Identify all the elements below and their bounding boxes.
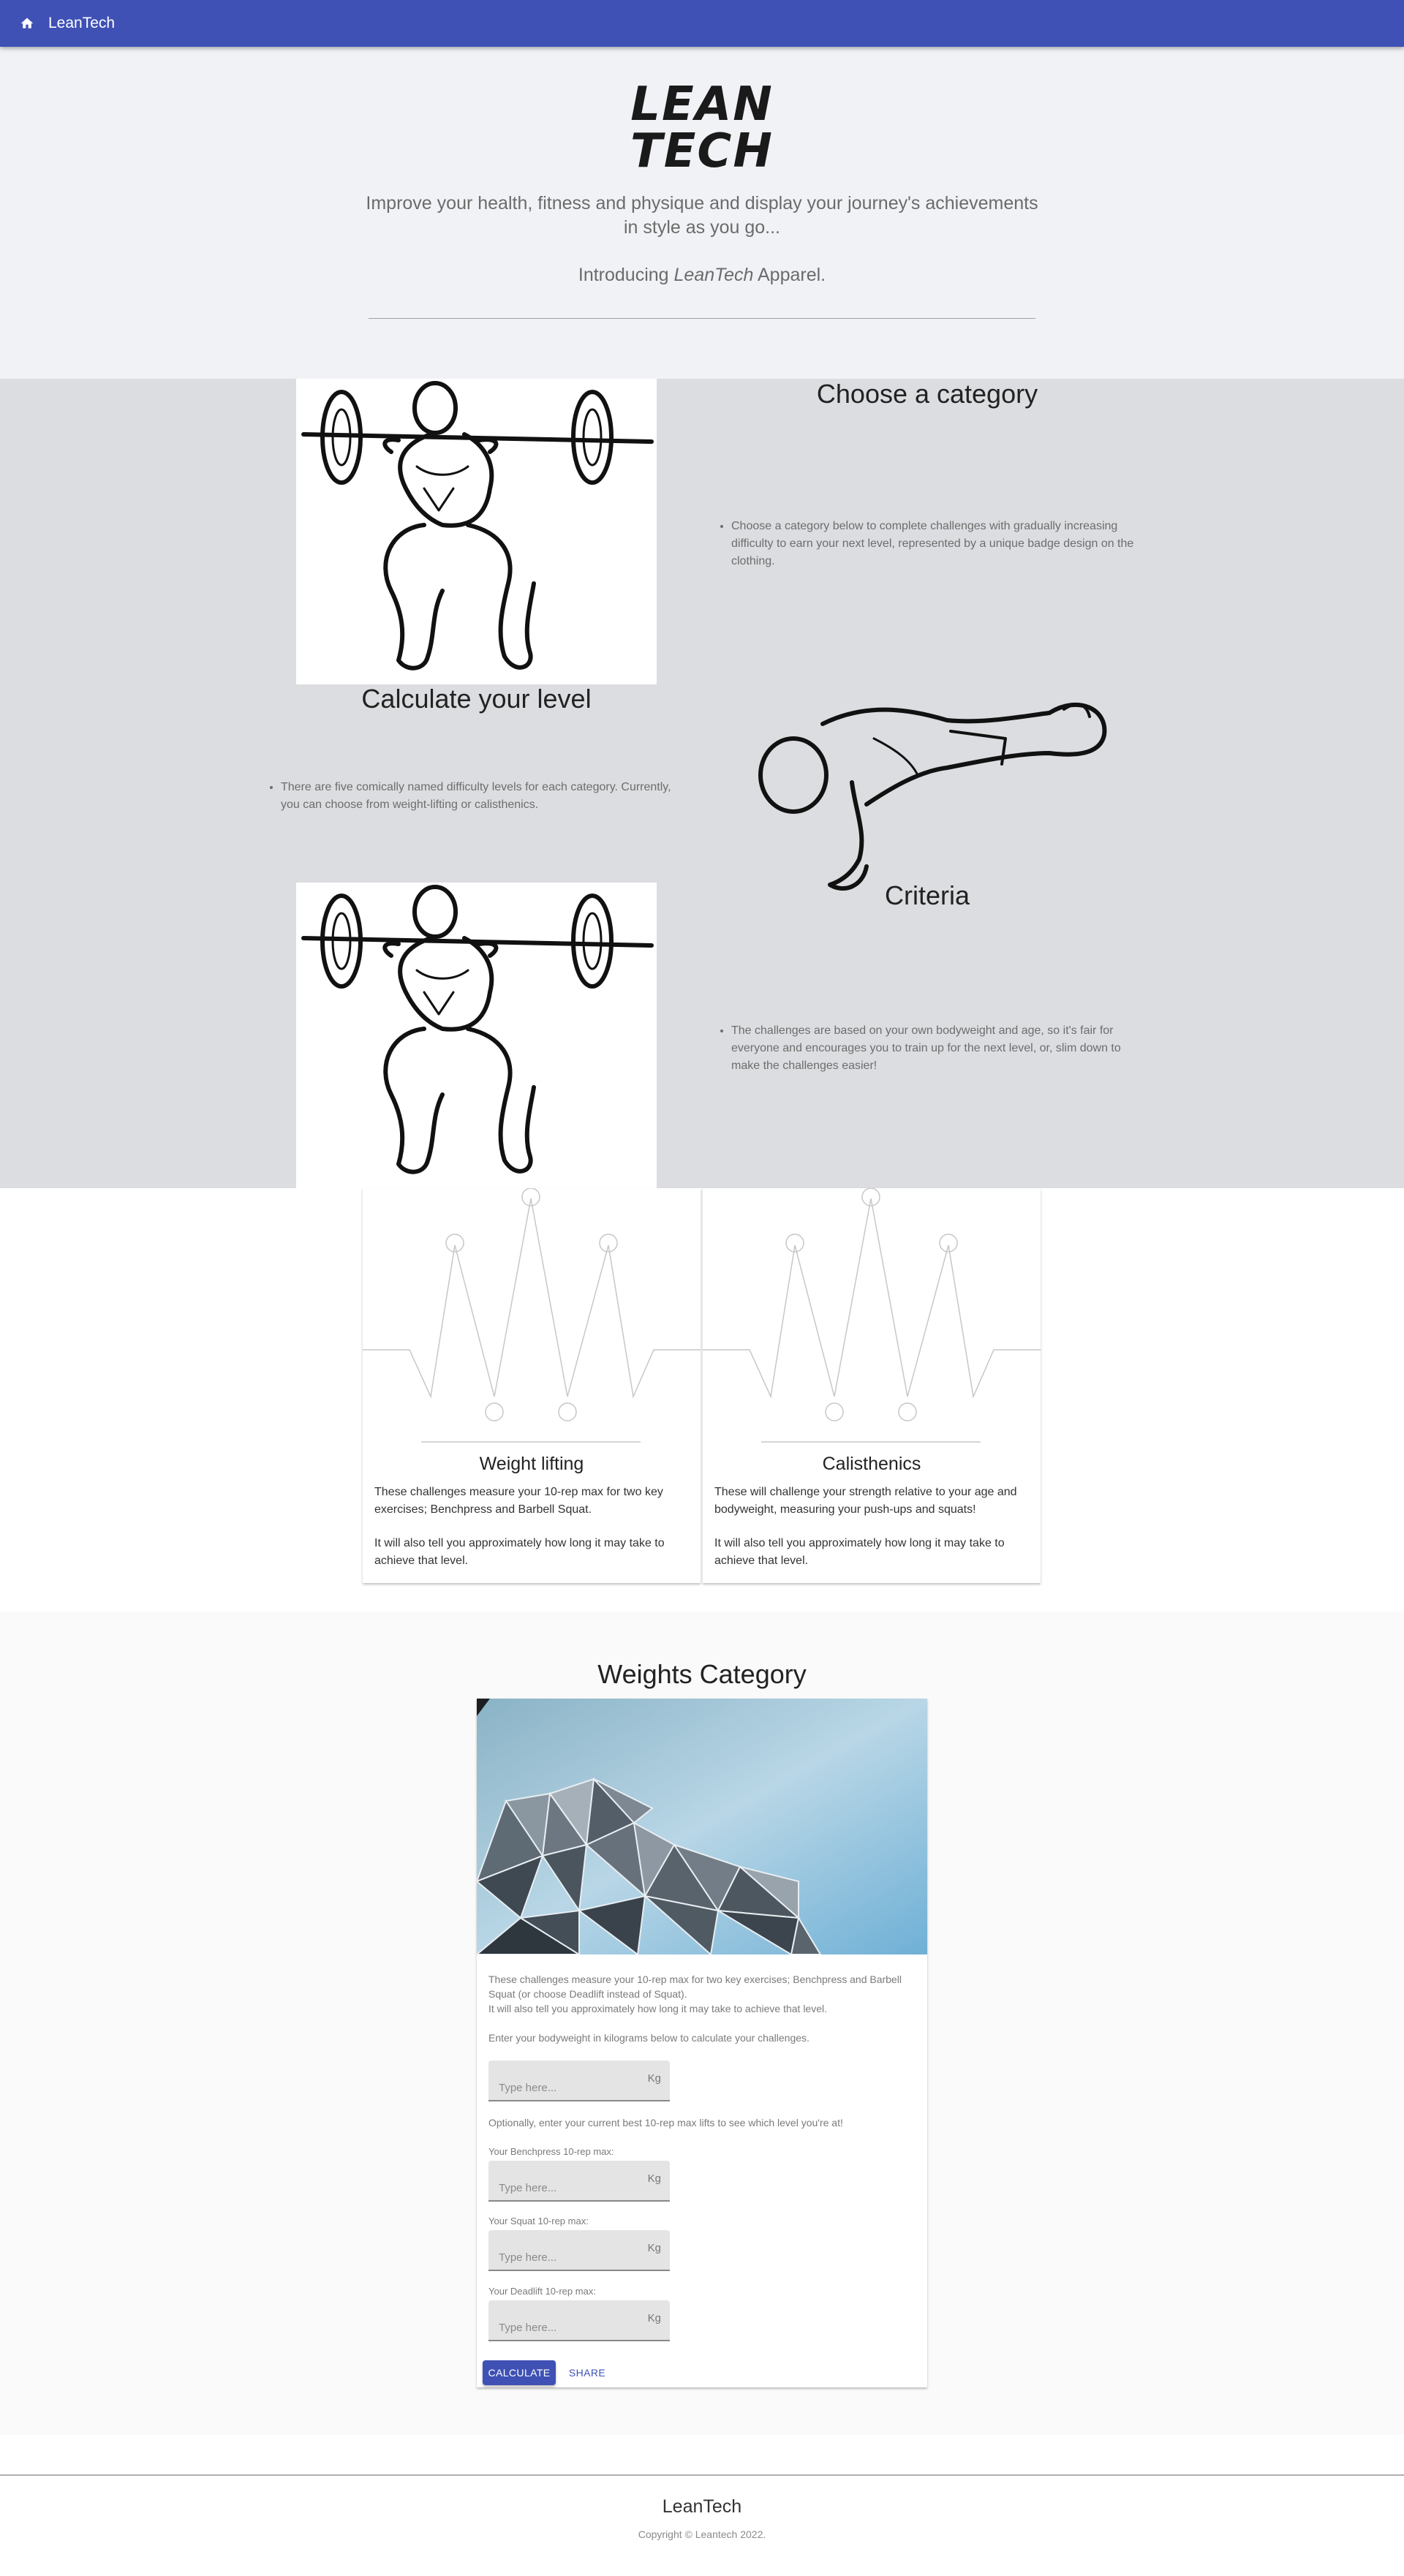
footer-copyright: Copyright © Leantech 2022. [638,2528,766,2540]
weights-card: These challenges measure your 10-rep max… [477,1699,927,2387]
intro-suffix: Apparel. [753,265,826,285]
hero-tagline: Improve your health, fitness and physiqu… [366,193,1038,238]
share-button[interactable]: SHARE [562,2360,613,2385]
squat-label: Your Squat 10-rep max: [488,2216,589,2226]
bodyweight-prompt: Enter your bodyweight in kilograms below… [488,2032,809,2044]
kg-unit: Kg [647,2172,661,2185]
card-text-secondary: It will also tell you approximately how … [714,1537,1005,1567]
app-bar: LeanTech [0,0,1404,47]
calculate-button[interactable]: CALCULATE [483,2360,556,2385]
choose-category-text: Choose a category below to complete chal… [731,518,1148,570]
weights-desc-3: It will also tell you approximately how … [488,2003,828,2014]
intro-brand: LeanTech [673,265,754,285]
hero-divider [369,318,1035,319]
choose-category-title: Choose a category [816,379,1038,409]
home-icon[interactable] [18,14,37,33]
logo-line-2: TECH [630,124,774,171]
squat-input[interactable] [488,2230,670,2270]
deadlift-label: Your Deadlift 10-rep max: [488,2286,596,2297]
deadlift-input[interactable] [488,2300,670,2340]
leantech-logo: LEAN TECH [630,78,774,171]
crown-badge-icon [703,1188,1041,1443]
crown-badge-icon [363,1188,701,1443]
bodyweight-field: Kg [488,2061,670,2101]
criteria-text: The challenges are based on your own bod… [731,1022,1141,1075]
kg-unit: Kg [647,2242,661,2254]
hero-section: LEAN TECH Improve your health, fitness a… [0,47,1404,379]
bench-input[interactable] [488,2161,670,2200]
card-text: These will challenge your strength relat… [714,1486,1017,1516]
app-title[interactable]: LeanTech [48,15,115,32]
criteria-title: Criteria [884,880,970,910]
pushup-illustration [742,680,1108,899]
bench-label: Your Benchpress 10-rep max: [488,2146,614,2157]
criteria-list: The challenges are based on your own bod… [717,1022,1141,1075]
bench-field: Kg [488,2161,670,2202]
category-cards: Weight lifting These challenges measure … [0,1188,1404,1612]
card-title: Weight lifting [479,1454,584,1474]
kg-unit: Kg [647,2072,661,2085]
card-title: Calisthenics [822,1454,921,1474]
deadlift-field: Kg [488,2300,670,2341]
intro-prefix: Introducing [578,265,674,285]
logo-line-1: LEAN [630,78,774,132]
squat-illustration-2 [296,883,657,1188]
weights-desc-2: Squat (or choose Deadlift instead of Squ… [488,1988,687,2000]
card-text-secondary: It will also tell you approximately how … [374,1537,665,1567]
calculate-level-text: There are five comically named difficult… [281,779,690,814]
weight-lifting-card[interactable]: Weight lifting These challenges measure … [363,1188,701,1583]
footer: LeanTech Copyright © Leantech 2022. [0,2435,1404,2576]
card-text: These challenges measure your 10-rep max… [374,1486,663,1516]
squat-field: Kg [488,2230,670,2271]
choose-category-list: Choose a category below to complete chal… [717,518,1148,570]
architecture-photo [477,1699,927,1954]
calisthenics-card[interactable]: Calisthenics These will challenge your s… [703,1188,1041,1583]
info-band: Choose a category Choose a category belo… [0,379,1404,1188]
kg-unit: Kg [647,2312,661,2324]
weights-category-title: Weights Category [597,1659,807,1689]
hero-intro: Introducing LeanTech Apparel. [366,263,1038,287]
weights-desc-1: These challenges measure your 10-rep max… [488,1973,902,1985]
bodyweight-input[interactable] [488,2061,670,2100]
footer-brand: LeanTech [662,2496,742,2517]
squat-illustration [296,379,657,684]
calculate-level-list: There are five comically named difficult… [266,779,690,814]
footer-divider [0,2474,1404,2476]
optional-prompt: Optionally, enter your current best 10-r… [488,2117,843,2129]
calculate-level-title: Calculate your level [361,684,592,714]
weights-category-section: Weights Category These challenges measur… [0,1612,1404,2435]
